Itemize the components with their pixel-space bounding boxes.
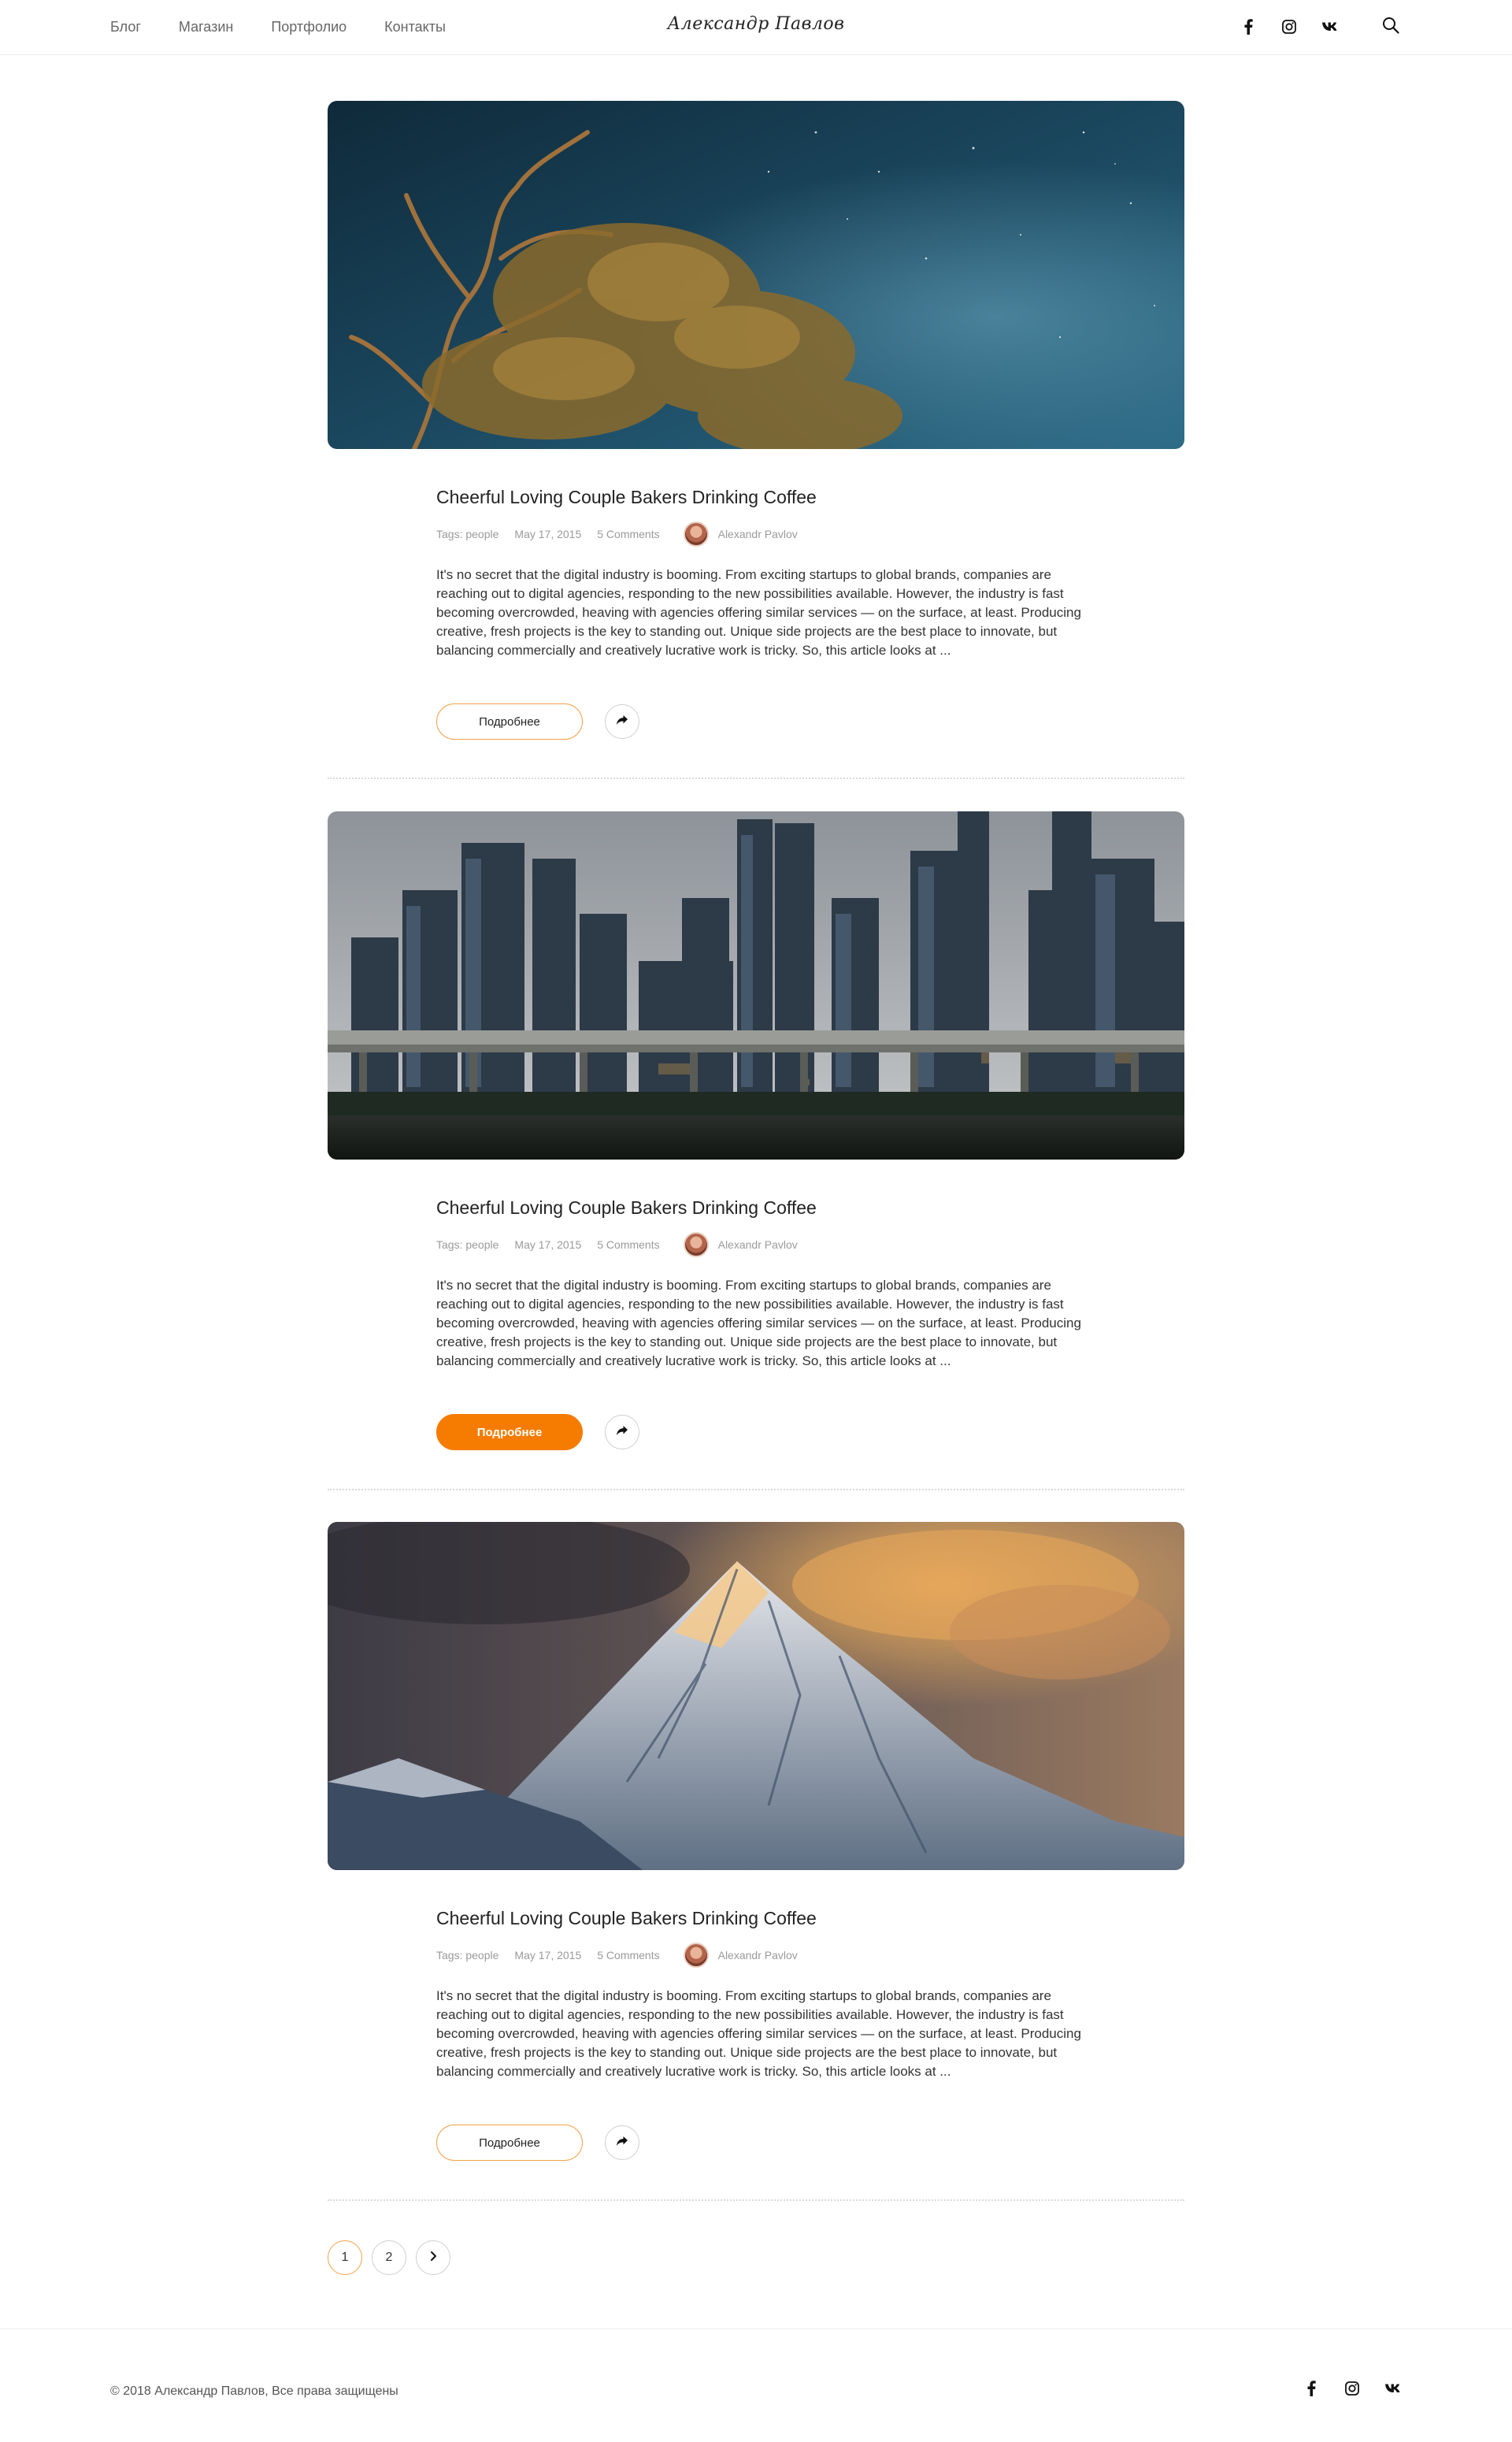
blog-post: Cheerful Loving Couple Bakers Drinking C… xyxy=(328,1522,1184,2199)
post-comments[interactable]: 5 Comments xyxy=(597,1949,659,1961)
share-button[interactable] xyxy=(605,2125,639,2160)
instagram-icon[interactable] xyxy=(1280,18,1298,35)
facebook-icon[interactable] xyxy=(1240,18,1257,35)
vk-icon[interactable] xyxy=(1384,2380,1402,2397)
search-icon xyxy=(1382,17,1399,38)
share-icon xyxy=(616,2136,628,2151)
pagination: 1 2 xyxy=(328,2240,450,2275)
mountain-peak-photo[interactable] xyxy=(328,1522,1184,1870)
footer-social-links xyxy=(1303,2380,1402,2397)
post-title[interactable]: Cheerful Loving Couple Bakers Drinking C… xyxy=(436,1197,817,1219)
night-tree-photo[interactable] xyxy=(328,101,1184,449)
nav-link-contacts[interactable]: Контакты xyxy=(384,19,446,35)
blog-post: Cheerful Loving Couple Bakers Drinking C… xyxy=(328,101,1184,778)
site-footer: © 2018 Александр Павлов, Все права защищ… xyxy=(0,2329,1512,2442)
header-social-links xyxy=(1240,0,1339,54)
share-button[interactable] xyxy=(605,704,639,739)
post-meta: Tags: people May 17, 2015 5 Comments Ale… xyxy=(436,1232,813,1257)
post-title[interactable]: Cheerful Loving Couple Bakers Drinking C… xyxy=(436,487,817,508)
nav-link-blog[interactable]: Блог xyxy=(110,19,141,35)
share-icon xyxy=(616,714,628,729)
post-date: May 17, 2015 xyxy=(514,1238,582,1251)
avatar xyxy=(683,1943,709,1968)
post-comments[interactable]: 5 Comments xyxy=(597,1238,659,1251)
read-more-button[interactable]: Подробнее xyxy=(436,1414,583,1450)
post-tags[interactable]: Tags: people xyxy=(436,1949,498,1961)
share-button[interactable] xyxy=(605,1415,639,1449)
site-header: Блог Магазин Портфолио Контакты Александ… xyxy=(0,0,1512,55)
avatar xyxy=(683,521,709,547)
post-author[interactable]: Alexandr Pavlov xyxy=(718,528,798,540)
share-icon xyxy=(616,1425,628,1440)
facebook-icon[interactable] xyxy=(1303,2380,1320,2397)
page-1-button[interactable]: 1 xyxy=(328,2240,362,2275)
post-title[interactable]: Cheerful Loving Couple Bakers Drinking C… xyxy=(436,1908,817,1929)
post-date: May 17, 2015 xyxy=(514,528,582,540)
blog-post: Cheerful Loving Couple Bakers Drinking C… xyxy=(328,811,1184,1489)
post-meta: Tags: people May 17, 2015 5 Comments Ale… xyxy=(436,1943,813,1968)
post-excerpt: It's no secret that the digital industry… xyxy=(436,1988,1081,2079)
read-more-button[interactable]: Подробнее xyxy=(436,703,583,740)
post-excerpt: It's no secret that the digital industry… xyxy=(436,567,1081,658)
post-divider xyxy=(328,1489,1184,1490)
copyright-text: © 2018 Александр Павлов, Все права защищ… xyxy=(110,2384,398,2398)
post-meta: Tags: people May 17, 2015 5 Comments Ale… xyxy=(436,521,813,547)
post-author[interactable]: Alexandr Pavlov xyxy=(718,1238,798,1251)
page-2-button[interactable]: 2 xyxy=(372,2240,406,2275)
avatar xyxy=(683,1232,709,1257)
next-page-button[interactable] xyxy=(416,2240,450,2275)
read-more-button[interactable]: Подробнее xyxy=(436,2125,583,2161)
city-skyline-photo[interactable] xyxy=(328,811,1184,1160)
main-nav: Блог Магазин Портфолио Контакты xyxy=(110,0,446,54)
post-tags[interactable]: Tags: people xyxy=(436,528,498,540)
post-date: May 17, 2015 xyxy=(514,1949,582,1961)
nav-link-portfolio[interactable]: Портфолио xyxy=(271,19,346,35)
chevron-right-icon xyxy=(429,2251,437,2266)
site-logo[interactable]: Александр Павлов xyxy=(668,14,845,34)
post-comments[interactable]: 5 Comments xyxy=(597,528,659,540)
search-button[interactable] xyxy=(1380,16,1402,38)
post-divider xyxy=(328,778,1184,779)
post-author[interactable]: Alexandr Pavlov xyxy=(718,1949,798,1961)
instagram-icon[interactable] xyxy=(1343,2380,1361,2397)
post-tags[interactable]: Tags: people xyxy=(436,1238,498,1251)
nav-link-shop[interactable]: Магазин xyxy=(179,19,233,35)
post-divider xyxy=(328,2199,1184,2201)
post-excerpt: It's no secret that the digital industry… xyxy=(436,1278,1081,1368)
vk-icon[interactable] xyxy=(1321,18,1339,35)
